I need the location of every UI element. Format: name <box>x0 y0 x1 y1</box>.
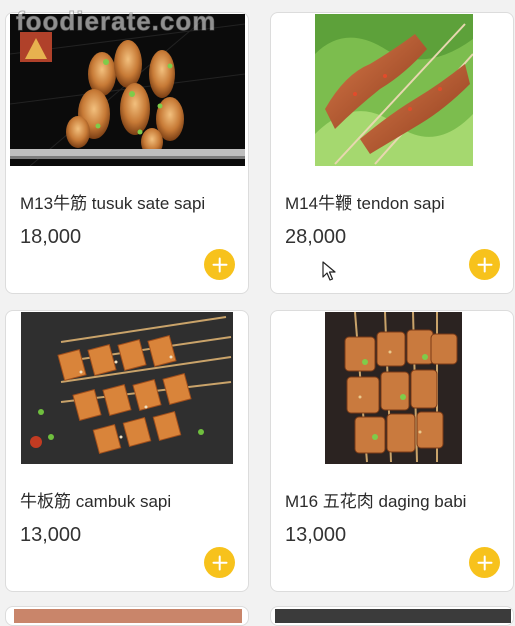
watermark-logo: foodierate.com <box>15 6 217 37</box>
product-card[interactable]: M14牛鞭 tendon sapi 28,000 <box>270 12 514 294</box>
product-price: 13,000 <box>20 524 82 546</box>
product-name: M16 五花肉 daging babi <box>285 492 467 511</box>
product-name: 牛板筋 cambuk sapi <box>20 492 172 511</box>
product-card[interactable] <box>270 606 514 626</box>
product-image <box>14 609 242 623</box>
product-image <box>325 312 462 464</box>
add-to-cart-button[interactable] <box>204 249 235 280</box>
add-to-cart-button[interactable] <box>204 547 235 578</box>
product-name: M13牛筋 tusuk sate sapi <box>20 194 206 213</box>
product-card[interactable]: M16 五花肉 daging babi 13,000 <box>270 310 514 592</box>
product-image <box>21 312 233 464</box>
mouse-pointer-icon <box>322 261 336 281</box>
product-name: M14牛鞭 tendon sapi <box>285 194 445 213</box>
product-card[interactable]: 牛板筋 cambuk sapi 13,000 <box>5 310 249 592</box>
product-image <box>275 609 511 623</box>
product-card[interactable] <box>5 606 249 626</box>
product-price: 18,000 <box>20 226 82 248</box>
add-to-cart-button[interactable] <box>469 547 500 578</box>
product-price: 13,000 <box>285 524 347 546</box>
product-card[interactable]: M13牛筋 tusuk sate sapi 18,000 <box>5 12 249 294</box>
product-price: 28,000 <box>285 226 347 248</box>
product-image <box>315 14 473 166</box>
add-to-cart-button[interactable] <box>469 249 500 280</box>
